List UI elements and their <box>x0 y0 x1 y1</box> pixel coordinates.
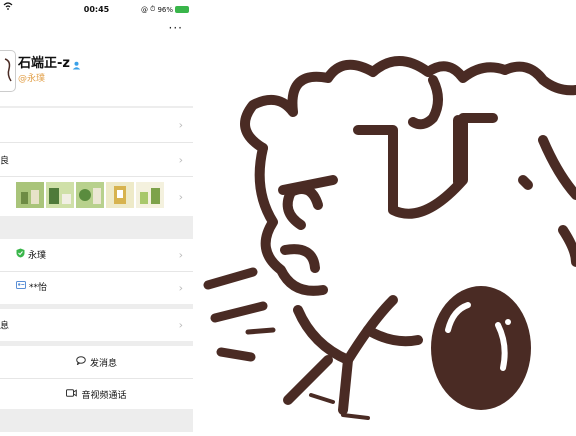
send-message-label: 发消息 <box>89 358 117 369</box>
moment-thumb[interactable] <box>46 182 74 208</box>
chevron-right-icon: › <box>178 281 183 295</box>
alarm-icon: ⏱ <box>149 5 156 13</box>
verified-info: 永璞 <box>16 248 46 261</box>
cartoon-image <box>193 0 576 432</box>
avatar[interactable] <box>0 50 16 92</box>
person-icon <box>72 55 81 74</box>
profile-username: @永璞 <box>18 74 46 84</box>
moment-thumb[interactable] <box>136 182 164 208</box>
status-right: @ ⏱ 96% <box>141 5 189 14</box>
video-call-label: 音视频通话 <box>81 390 127 401</box>
moment-thumb[interactable] <box>16 182 44 208</box>
chevron-right-icon: › <box>178 190 183 203</box>
video-call-button[interactable]: 音视频通话 <box>0 379 193 409</box>
shield-check-icon <box>16 248 25 261</box>
chevron-right-icon: › <box>178 153 183 166</box>
row-label: 息 <box>0 321 10 332</box>
profile-row-info[interactable]: 息 › <box>0 309 193 341</box>
more-button[interactable]: ··· <box>169 21 183 35</box>
id-info: **怡 <box>16 280 47 293</box>
id-name: **怡 <box>29 283 48 293</box>
profile-header: ··· 石端正-z @永璞 <box>0 18 193 106</box>
profile-row-1[interactable]: › <box>0 108 193 142</box>
moment-thumb[interactable] <box>76 182 104 208</box>
status-extra-icon: @ <box>140 5 148 14</box>
profile-name: 石端正-z <box>18 56 70 71</box>
battery-percent: 96% <box>157 5 173 14</box>
moment-thumb[interactable] <box>106 182 134 208</box>
video-camera-icon <box>66 388 78 400</box>
send-message-button[interactable]: 发消息 <box>0 346 193 378</box>
moments-thumbnails <box>16 182 164 208</box>
chevron-right-icon: › <box>178 318 183 332</box>
row-label: 良 <box>0 156 10 166</box>
wechat-profile-panel: 00:45 @ ⏱ 96% ··· 石端正-z @永璞 › 良 › › › 永璞… <box>0 0 194 432</box>
cartoon-character-illustration <box>203 56 576 420</box>
chat-bubble-icon <box>76 356 86 368</box>
chevron-right-icon: › <box>178 118 183 132</box>
chevron-right-icon: › <box>178 248 183 262</box>
battery-icon <box>175 6 189 13</box>
status-bar: 00:45 @ ⏱ 96% <box>0 0 193 18</box>
verified-name: 永璞 <box>28 251 47 261</box>
id-card-icon <box>16 281 26 292</box>
profile-row-2[interactable]: 良 › <box>0 143 193 176</box>
